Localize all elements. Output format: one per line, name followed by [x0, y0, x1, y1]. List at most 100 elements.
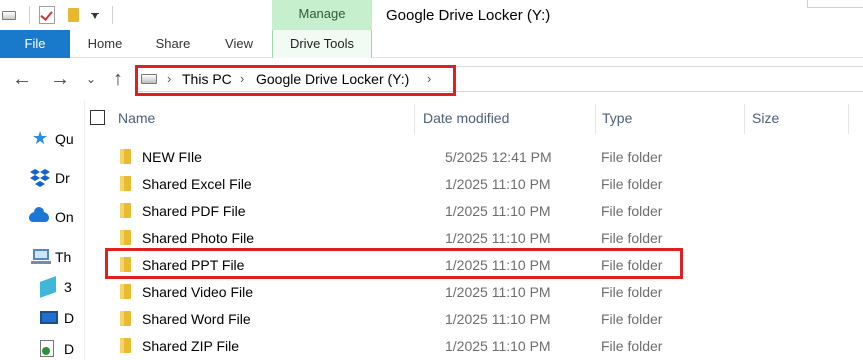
- drive-icon[interactable]: [2, 11, 16, 20]
- file-name: Shared Word File: [142, 311, 251, 327]
- tab-view[interactable]: View: [206, 30, 272, 58]
- nav-item-dropbox[interactable]: Dr: [0, 166, 72, 190]
- select-all-checkbox[interactable]: [90, 110, 105, 125]
- nav-item-label: On: [55, 209, 74, 225]
- tab-home[interactable]: Home: [70, 30, 140, 58]
- file-type: File folder: [601, 176, 663, 192]
- nav-item-quick-access[interactable]: ★ Qu: [0, 127, 74, 151]
- recent-locations-chevron-icon[interactable]: ⌄: [81, 66, 101, 92]
- column-divider[interactable]: [744, 104, 745, 134]
- nav-item-label: Th: [55, 249, 72, 265]
- folder-icon: [120, 311, 131, 326]
- minimize-button[interactable]: [807, 0, 863, 8]
- tab-share[interactable]: Share: [140, 30, 206, 58]
- pane-divider[interactable]: [84, 100, 85, 360]
- this-pc-icon: [31, 249, 51, 264]
- toolbar-divider: [29, 6, 30, 24]
- column-header-size[interactable]: Size: [752, 104, 779, 134]
- file-type: File folder: [601, 338, 663, 354]
- list-item[interactable]: Shared PDF File 1/2025 11:10 PM File fol…: [100, 197, 863, 224]
- file-name: Shared Photo File: [142, 230, 255, 246]
- drive-icon: [141, 74, 157, 84]
- folder-icon: [120, 284, 131, 299]
- file-type: File folder: [601, 284, 663, 300]
- nav-item-documents[interactable]: D: [0, 337, 75, 360]
- onedrive-icon: [29, 207, 49, 222]
- breadcrumb-chevron-icon[interactable]: ›: [427, 67, 431, 91]
- file-type: File folder: [601, 257, 663, 273]
- file-name: Shared PDF File: [142, 203, 246, 219]
- documents-icon: [40, 340, 54, 357]
- file-name: Shared Excel File: [142, 176, 252, 192]
- list-item[interactable]: Shared PPT File 1/2025 11:10 PM File fol…: [100, 251, 863, 278]
- file-type: File folder: [601, 230, 663, 246]
- title-bar: ▼ Manage Google Drive Locker (Y:): [0, 0, 863, 30]
- forward-arrow-icon[interactable]: →: [48, 66, 72, 92]
- column-header-type[interactable]: Type: [602, 104, 632, 134]
- list-item[interactable]: NEW FIle 5/2025 12:41 PM File folder: [100, 143, 863, 170]
- file-date-modified: 1/2025 11:10 PM: [445, 176, 551, 192]
- folder-icon: [120, 230, 131, 245]
- breadcrumb-current-drive[interactable]: Google Drive Locker (Y:): [256, 67, 409, 91]
- dropbox-icon: [30, 169, 50, 187]
- nav-item-this-pc[interactable]: Th: [0, 245, 72, 269]
- navigation-bar: ← → ⌄ ↑ › This PC › Google Drive Locker …: [0, 58, 863, 100]
- breadcrumb-chevron-icon[interactable]: ›: [167, 67, 171, 91]
- back-arrow-icon[interactable]: ←: [10, 66, 34, 92]
- navigation-pane: ★ Qu Dr On Th 3 D D: [0, 100, 75, 360]
- nav-item-label: Qu: [55, 131, 74, 147]
- folder-icon: [120, 338, 131, 353]
- window-title: Google Drive Locker (Y:): [386, 7, 551, 24]
- nav-item-label: Dr: [55, 170, 70, 186]
- desktop-icon: [40, 311, 58, 324]
- file-name: Shared Video File: [142, 284, 254, 300]
- file-name: Shared ZIP File: [142, 338, 240, 354]
- manage-tab-group[interactable]: Manage: [272, 0, 372, 30]
- customize-toolbar-icon[interactable]: ▼: [88, 6, 102, 24]
- toolbar-divider: [112, 6, 113, 24]
- folder-icon: [120, 257, 131, 272]
- ribbon-tabs: File Home Share View Drive Tools: [0, 30, 863, 58]
- nav-item-onedrive[interactable]: On: [0, 205, 74, 229]
- nav-item-3d-objects[interactable]: 3: [0, 275, 72, 299]
- folder-icon: [120, 203, 131, 218]
- list-item[interactable]: Shared Excel File 1/2025 11:10 PM File f…: [100, 170, 863, 197]
- file-type: File folder: [601, 311, 663, 327]
- star-icon: ★: [32, 128, 49, 148]
- list-item[interactable]: Shared ZIP File 1/2025 11:10 PM File fol…: [100, 332, 863, 359]
- tab-file[interactable]: File: [0, 30, 70, 58]
- nav-item-desktop[interactable]: D: [0, 306, 75, 330]
- folder-icon: [120, 176, 131, 191]
- up-arrow-icon[interactable]: ↑: [106, 66, 130, 92]
- nav-item-label: 3: [64, 279, 72, 295]
- column-header-date-modified[interactable]: Date modified: [423, 104, 509, 134]
- file-date-modified: 5/2025 12:41 PM: [445, 149, 552, 165]
- nav-item-label: D: [64, 341, 75, 357]
- properties-icon[interactable]: [39, 6, 55, 24]
- file-date-modified: 1/2025 11:10 PM: [445, 203, 551, 219]
- column-header-row: Name Date modified Type Size: [86, 104, 863, 134]
- file-type: File folder: [601, 203, 663, 219]
- list-item[interactable]: Shared Video File 1/2025 11:10 PM File f…: [100, 278, 863, 305]
- tab-drive-tools[interactable]: Drive Tools: [272, 30, 372, 58]
- file-date-modified: 1/2025 11:10 PM: [445, 230, 551, 246]
- column-divider[interactable]: [414, 104, 415, 134]
- list-item[interactable]: Shared Photo File 1/2025 11:10 PM File f…: [100, 224, 863, 251]
- list-item[interactable]: Shared Word File 1/2025 11:10 PM File fo…: [100, 305, 863, 332]
- new-folder-icon[interactable]: [68, 8, 79, 22]
- file-date-modified: 1/2025 11:10 PM: [445, 284, 551, 300]
- breadcrumb-this-pc[interactable]: This PC: [182, 67, 232, 91]
- breadcrumb-chevron-icon[interactable]: ›: [240, 67, 244, 91]
- file-type: File folder: [601, 149, 663, 165]
- file-name: Shared PPT File: [142, 257, 245, 273]
- folder-icon: [120, 149, 131, 164]
- nav-item-label: D: [64, 310, 75, 326]
- file-name: NEW FIle: [142, 149, 202, 165]
- column-divider[interactable]: [595, 104, 596, 134]
- column-divider[interactable]: [848, 104, 849, 134]
- file-date-modified: 1/2025 11:10 PM: [445, 257, 551, 273]
- address-bar[interactable]: › This PC › Google Drive Locker (Y:) ›: [136, 66, 863, 92]
- file-date-modified: 1/2025 11:10 PM: [445, 338, 551, 354]
- column-header-name[interactable]: Name: [118, 104, 155, 134]
- 3d-objects-icon: [40, 276, 56, 298]
